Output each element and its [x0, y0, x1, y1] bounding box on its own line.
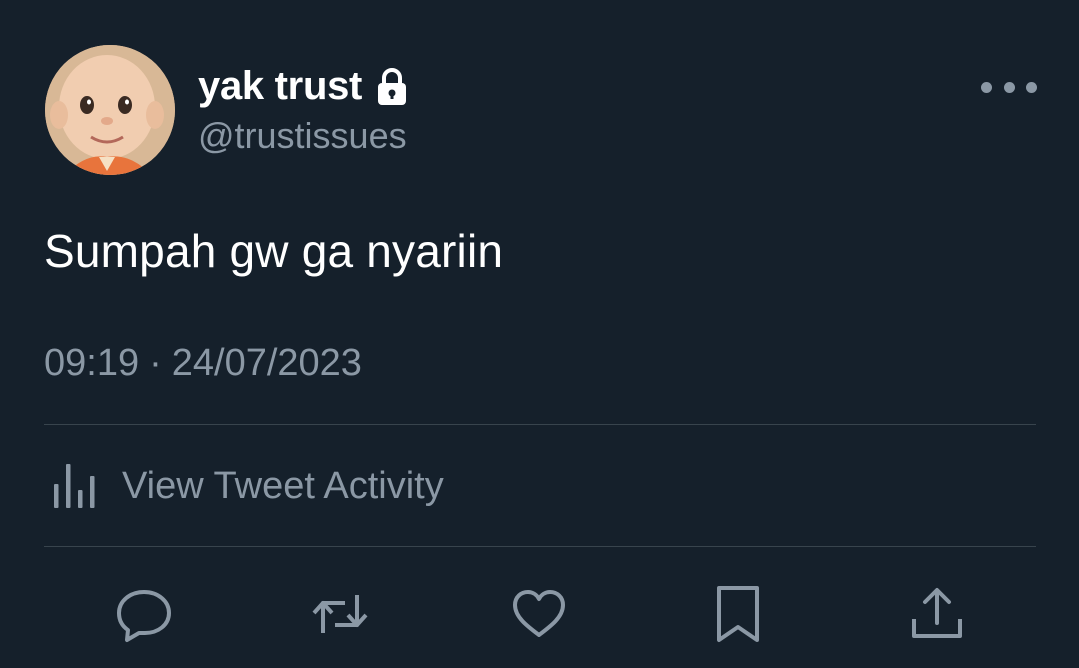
- tweet-text: Sumpah gw ga nyariin: [44, 225, 504, 277]
- divider: [44, 546, 1036, 547]
- more-dot-icon: [1003, 81, 1015, 93]
- divider: [44, 424, 1036, 425]
- tweet-time: 09:19: [44, 342, 140, 384]
- more-dot-icon: [981, 81, 992, 93]
- tweet-detail: yak trust @trustissues Sumpah gw ga nyar…: [0, 0, 1079, 668]
- author-name-row: yak trust: [198, 64, 408, 109]
- display-name[interactable]: yak trust: [198, 64, 362, 109]
- retweet-button[interactable]: [308, 584, 372, 644]
- view-tweet-activity-label: View Tweet Activity: [122, 464, 444, 507]
- reply-button[interactable]: [112, 584, 176, 644]
- tweet-action-bar: [0, 584, 1079, 644]
- reply-icon: [117, 590, 171, 642]
- bookmark-button[interactable]: [706, 584, 770, 644]
- like-icon: [513, 590, 565, 637]
- more-dot-icon: [1026, 81, 1037, 93]
- share-button[interactable]: [905, 584, 969, 644]
- share-icon: [912, 588, 962, 638]
- avatar[interactable]: [45, 45, 175, 175]
- tweet-date: 24/07/2023: [171, 342, 362, 384]
- profile-avatar-image: [45, 45, 175, 175]
- more-options-button[interactable]: [981, 74, 1037, 100]
- tweet-timestamp[interactable]: 09:19 · 24/07/2023: [44, 342, 362, 385]
- bar-chart-icon: [54, 464, 95, 508]
- timestamp-separator: ·: [149, 342, 162, 384]
- like-button[interactable]: [507, 584, 571, 644]
- author-handle[interactable]: @trustissues: [198, 115, 407, 157]
- retweet-icon: [312, 595, 368, 633]
- bookmark-icon: [717, 586, 759, 642]
- lock-icon: [378, 67, 407, 105]
- view-tweet-activity-link[interactable]: View Tweet Activity: [52, 462, 444, 510]
